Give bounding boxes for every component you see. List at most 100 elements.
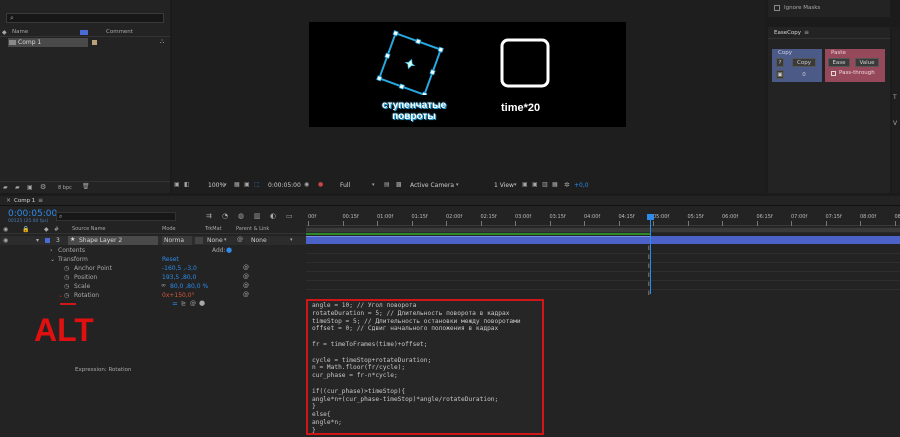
- keyframe-marker-2[interactable]: I: [648, 255, 650, 261]
- new-folder-icon[interactable]: ▰: [15, 185, 20, 191]
- visibility-eye-icon[interactable]: ◉: [3, 238, 8, 244]
- bit-depth[interactable]: 8 bpc: [58, 186, 72, 191]
- project-item-comp[interactable]: Comp 1 ⛬: [0, 38, 170, 47]
- time-ruler[interactable]: 00f 00:15f 01:00f 01:15f 02:00f 02:15f 03:00f 0…: [306, 214, 900, 226]
- draft-3d-icon[interactable]: ◔: [222, 213, 228, 220]
- stopwatch-anchor-icon[interactable]: ◷: [64, 266, 69, 272]
- label-color[interactable]: [92, 40, 97, 45]
- rotation-value[interactable]: 0x+150,0°: [162, 293, 195, 299]
- keyframe-marker-5[interactable]: I: [648, 282, 650, 288]
- column-mode[interactable]: Mode: [162, 227, 176, 232]
- layer-label-color[interactable]: [45, 238, 50, 243]
- motion-blur-icon[interactable]: ◐: [270, 213, 276, 220]
- keyframe-marker-6[interactable]: I: [648, 291, 650, 297]
- new-comp-icon[interactable]: ▣: [27, 185, 33, 191]
- lock-icon[interactable]: 🔒: [22, 227, 29, 233]
- scale-value[interactable]: 80,0 ,80,0 %: [170, 284, 208, 290]
- current-time-display[interactable]: 0:00:05:00: [8, 210, 57, 219]
- transform-label[interactable]: Transform: [58, 257, 88, 263]
- search-input[interactable]: ⌕: [6, 13, 164, 23]
- keyframe-marker-3[interactable]: I: [648, 264, 650, 270]
- trkmat-toggle[interactable]: [195, 237, 203, 244]
- rotation-pickwhip-icon[interactable]: @: [243, 292, 249, 298]
- column-comment[interactable]: Comment: [106, 29, 133, 36]
- current-time-indicator[interactable]: [647, 214, 654, 294]
- contents-chevron-icon[interactable]: ›: [50, 248, 52, 254]
- position-value[interactable]: 193,5 ,80,0: [162, 275, 196, 281]
- interpret-footage-icon[interactable]: ▰: [3, 185, 8, 191]
- trash-icon[interactable]: 🗑: [82, 184, 90, 190]
- layer-duration-bar[interactable]: [306, 236, 900, 244]
- expression-editor[interactable]: angle = 10; // Угол поворота rotateDurati…: [306, 299, 544, 435]
- settings-icon[interactable]: ⚙: [40, 184, 46, 191]
- av-features-icon[interactable]: ◉: [3, 227, 8, 233]
- stopwatch-position-icon[interactable]: ◷: [64, 275, 69, 281]
- passthrough-checkbox[interactable]: [831, 71, 836, 76]
- paste-value-button[interactable]: Value: [855, 58, 879, 67]
- camera-select[interactable]: Active Camera: [410, 183, 454, 189]
- layer-name-field[interactable]: ★ Shape Layer 2: [68, 236, 158, 245]
- work-area-range[interactable]: [306, 228, 900, 232]
- parent-select[interactable]: None: [251, 238, 267, 244]
- layer-row[interactable]: ◉ ▾ 3 ★ Shape Layer 2 Norma None ▾ @ Non…: [0, 236, 306, 245]
- copy-slot-icon[interactable]: ▣: [776, 70, 784, 79]
- anchor-point-value[interactable]: -160,5 ,-3,0: [162, 266, 197, 272]
- playhead-handle[interactable]: [647, 214, 654, 220]
- region-icon[interactable]: ⬚: [254, 182, 260, 188]
- layer-icon[interactable]: ▣: [532, 182, 538, 188]
- copy-help-button[interactable]: ?: [776, 58, 784, 67]
- fast-preview-icon[interactable]: ▥: [542, 182, 548, 188]
- exposure-value[interactable]: +0,0: [574, 183, 589, 189]
- add-icon[interactable]: ●: [226, 247, 232, 254]
- panel-menu-icon[interactable]: ≡: [804, 30, 809, 36]
- view-layout-select[interactable]: 1 View: [494, 183, 514, 189]
- position-pickwhip-icon[interactable]: @: [243, 274, 249, 280]
- keyframe-marker-1[interactable]: I: [648, 246, 650, 252]
- rotating-square-selected[interactable]: [369, 27, 451, 95]
- transform-chevron-icon[interactable]: ⌄: [50, 257, 55, 263]
- zoom-select[interactable]: 100%: [208, 183, 225, 189]
- timeline-search-input[interactable]: ⌕: [56, 212, 176, 221]
- resolution-select[interactable]: Full: [340, 183, 350, 189]
- column-source-name[interactable]: Source Name: [72, 227, 106, 232]
- contents-label[interactable]: Contents: [58, 248, 85, 254]
- add-menu[interactable]: Add:: [212, 248, 226, 254]
- expand-layer-icon[interactable]: ▾: [36, 238, 39, 244]
- display-icon[interactable]: ◧: [184, 182, 190, 188]
- pickwhip-icon[interactable]: @: [237, 237, 243, 243]
- column-parent[interactable]: Parent & Link: [236, 227, 269, 232]
- copy-button[interactable]: Copy: [792, 58, 816, 67]
- expression-graph-icon[interactable]: ⊵: [181, 301, 186, 307]
- copy-value-field[interactable]: 0: [792, 70, 816, 79]
- comp-mini-flowchart-icon[interactable]: ⇉: [206, 213, 212, 220]
- scale-pickwhip-icon[interactable]: @: [243, 283, 249, 289]
- ignore-masks-checkbox[interactable]: [774, 5, 780, 11]
- flowchart-icon[interactable]: ⛬: [160, 39, 164, 45]
- tab-menu-icon[interactable]: ≡: [38, 198, 43, 204]
- toggle-pixel-icon[interactable]: ▣: [522, 182, 528, 188]
- static-square[interactable]: [499, 37, 551, 89]
- tab-comp[interactable]: Comp 1: [14, 198, 35, 205]
- expand-rotation-icon[interactable]: ⌄: [58, 293, 63, 299]
- comp-canvas[interactable]: ступенчатые повроты time*20: [309, 22, 626, 127]
- stopwatch-rotation-icon[interactable]: ◷: [64, 293, 69, 299]
- timeline-link-icon[interactable]: ▦: [552, 182, 558, 188]
- expression-code[interactable]: angle = 10; // Угол поворота rotateDurati…: [312, 302, 542, 435]
- mask-icon[interactable]: ▣: [244, 182, 250, 188]
- constrain-link-icon[interactable]: ∞: [161, 283, 166, 289]
- graph-editor-icon[interactable]: ▭: [286, 213, 293, 220]
- column-trkmat[interactable]: TrkMat: [205, 227, 222, 232]
- always-preview-icon[interactable]: ▣: [174, 182, 180, 188]
- paste-ease-button[interactable]: Ease: [828, 58, 850, 67]
- label-tag-icon[interactable]: ◆: [44, 227, 49, 233]
- expression-enable-icon[interactable]: =: [172, 301, 178, 308]
- anchor-pickwhip-icon[interactable]: @: [243, 265, 249, 271]
- layer-mode-select[interactable]: Norma: [162, 236, 192, 245]
- expression-menu-icon[interactable]: ●: [199, 300, 205, 307]
- grid-icon[interactable]: ▦: [234, 182, 240, 188]
- easecopy-title[interactable]: EaseCopy: [774, 30, 801, 37]
- close-icon[interactable]: ×: [6, 198, 11, 204]
- reset-button[interactable]: Reset: [162, 257, 179, 263]
- frame-blend-icon[interactable]: ▥: [254, 213, 261, 220]
- keyframe-marker-4[interactable]: I: [648, 273, 650, 279]
